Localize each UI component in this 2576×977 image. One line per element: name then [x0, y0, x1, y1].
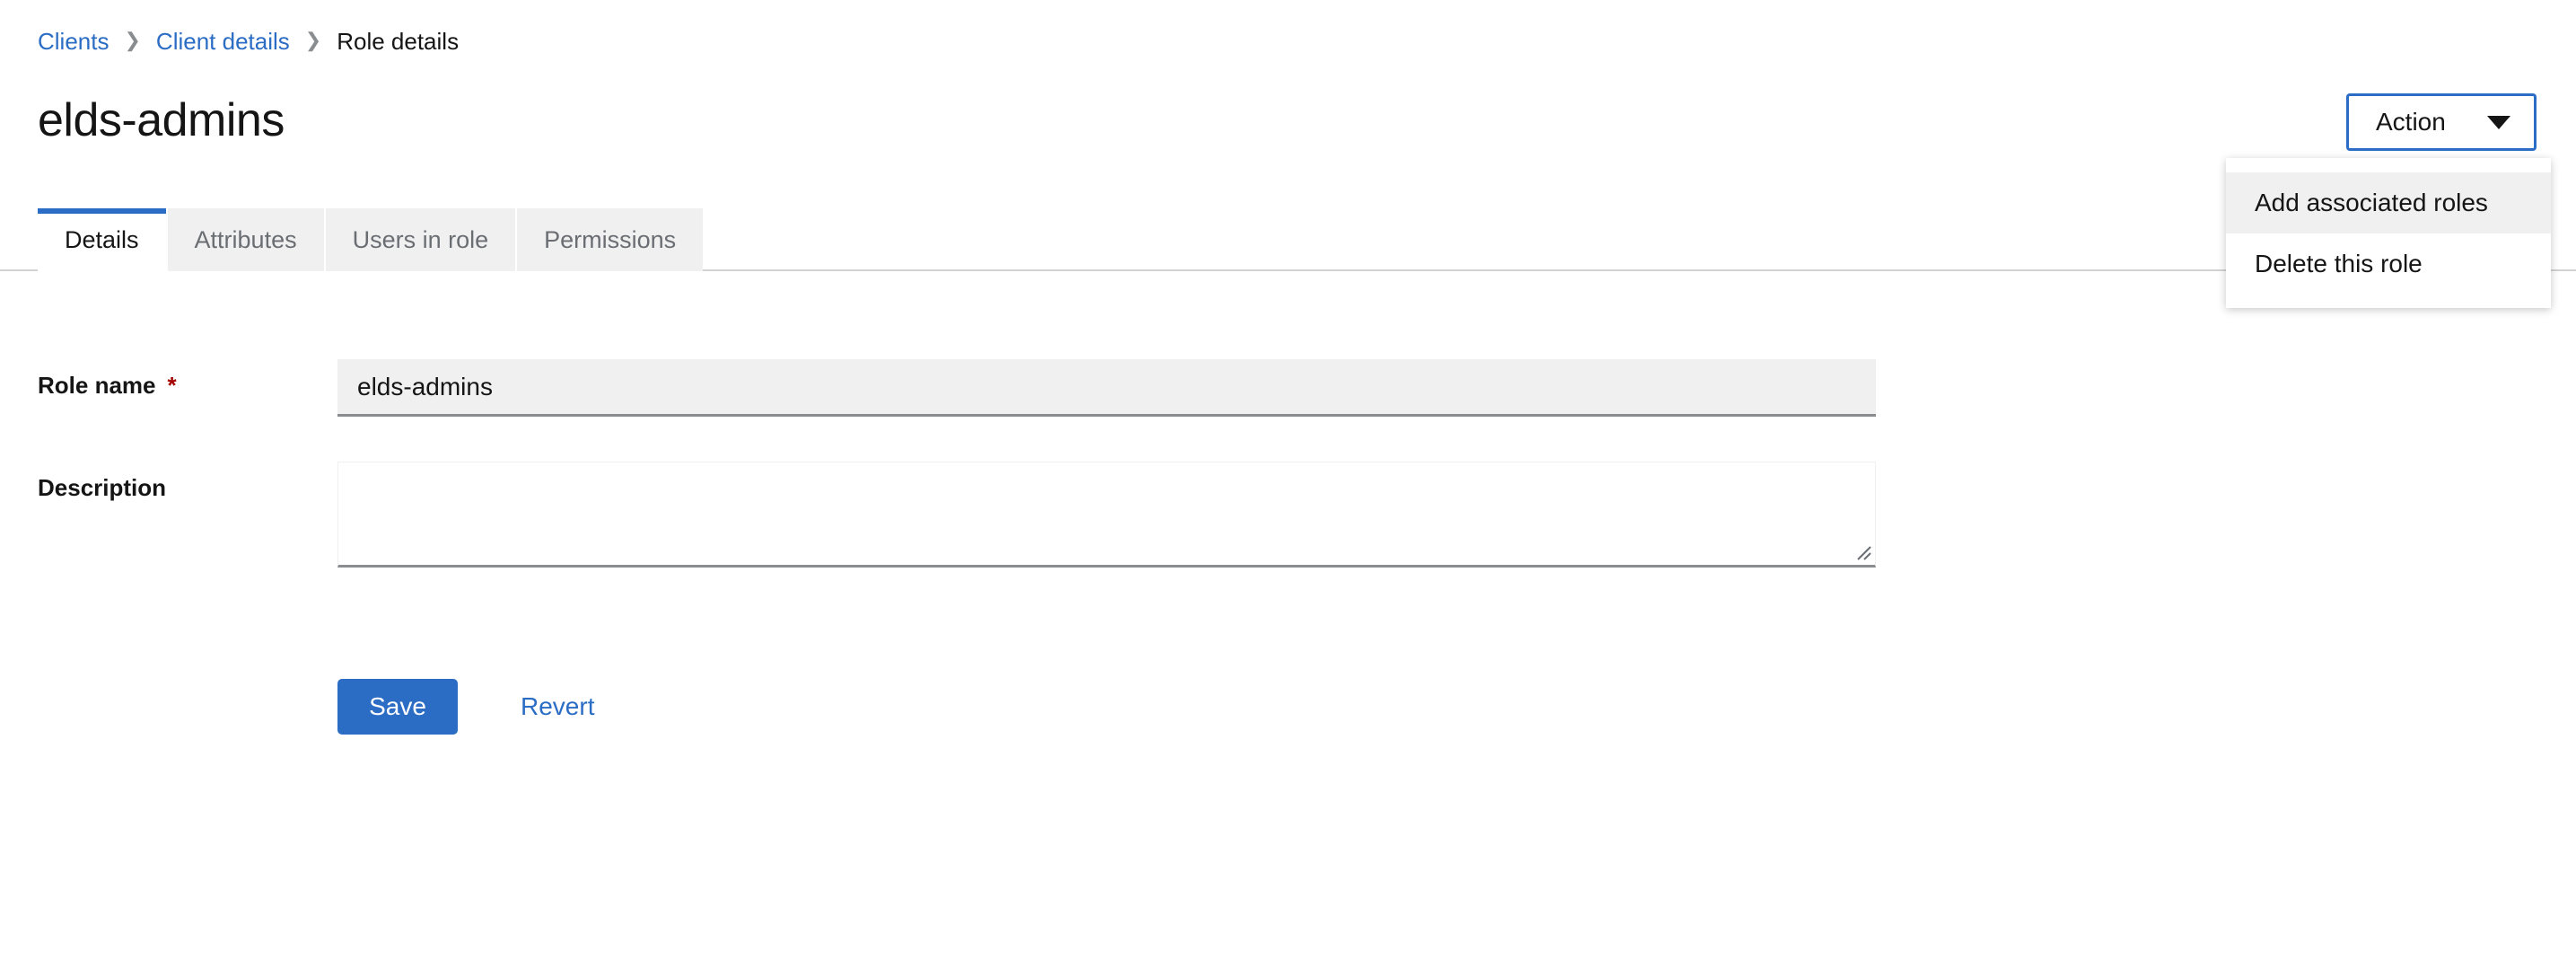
- save-button[interactable]: Save: [337, 679, 458, 735]
- description-textarea[interactable]: [337, 462, 1876, 568]
- action-button-label: Action: [2376, 108, 2446, 136]
- menu-item-delete-this-role[interactable]: Delete this role: [2226, 233, 2551, 295]
- role-name-label: Role name *: [38, 359, 337, 400]
- breadcrumb-item-role-details: Role details: [337, 28, 460, 55]
- form-row-description: Description: [38, 462, 1923, 568]
- role-name-input[interactable]: [337, 359, 1876, 417]
- tab-label: Attributes: [194, 225, 297, 253]
- tab-label: Users in role: [352, 225, 489, 253]
- tab-label: Details: [65, 225, 139, 253]
- form-action-buttons: Save Revert: [337, 679, 605, 735]
- required-asterisk: *: [167, 372, 177, 399]
- tab-attributes[interactable]: Attributes: [167, 208, 326, 271]
- caret-down-icon: [2487, 115, 2510, 129]
- role-name-field-col: [337, 359, 1876, 417]
- tab-details[interactable]: Details: [38, 208, 168, 271]
- action-button[interactable]: Action: [2346, 93, 2537, 151]
- description-label: Description: [38, 462, 337, 502]
- breadcrumb-item-client-details[interactable]: Client details: [156, 30, 290, 53]
- action-dropdown-menu: Add associated roles Delete this role: [2226, 158, 2551, 309]
- tab-bar: Details Attributes Users in role Permiss…: [38, 208, 704, 271]
- tab-permissions[interactable]: Permissions: [517, 208, 704, 271]
- breadcrumb-item-clients[interactable]: Clients: [38, 30, 109, 53]
- form-row-role-name: Role name *: [38, 359, 1923, 417]
- description-label-text: Description: [38, 474, 167, 501]
- page-title: elds-admins: [38, 94, 285, 146]
- chevron-right-icon: ❯: [124, 29, 141, 51]
- menu-item-add-associated-roles[interactable]: Add associated roles: [2226, 172, 2551, 233]
- role-details-form: Role name * Description: [38, 359, 1923, 612]
- tab-label: Permissions: [544, 225, 677, 253]
- revert-button[interactable]: Revert: [510, 679, 605, 735]
- action-dropdown: Action Add associated roles Delete this …: [2226, 93, 2551, 309]
- breadcrumb: Clients ❯ Client details ❯ Role details: [38, 30, 459, 53]
- description-textarea-wrap: [337, 462, 1876, 568]
- role-name-label-text: Role name: [38, 372, 156, 399]
- chevron-right-icon: ❯: [304, 29, 322, 51]
- tab-users-in-role[interactable]: Users in role: [325, 208, 518, 271]
- description-field-col: [337, 462, 1876, 568]
